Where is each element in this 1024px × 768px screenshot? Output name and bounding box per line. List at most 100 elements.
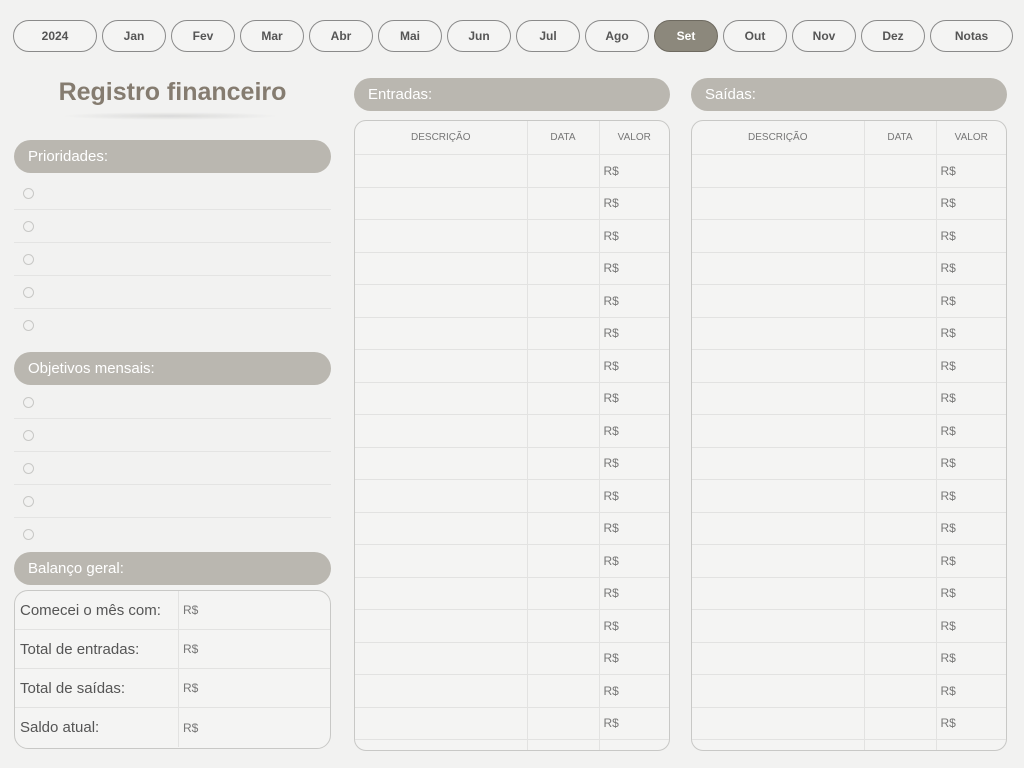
date-cell[interactable] — [527, 707, 600, 740]
date-cell[interactable] — [864, 544, 937, 578]
balance-value[interactable]: R$ — [179, 708, 198, 747]
checkbox-circle-icon[interactable] — [23, 495, 34, 507]
description-cell[interactable] — [355, 219, 528, 253]
date-cell[interactable] — [864, 154, 937, 188]
checkbox-circle-icon[interactable] — [23, 187, 34, 199]
date-cell[interactable] — [864, 707, 937, 740]
description-cell[interactable] — [692, 447, 865, 480]
date-cell[interactable] — [527, 447, 600, 480]
date-cell[interactable] — [527, 739, 600, 750]
description-cell[interactable] — [692, 187, 865, 220]
description-cell[interactable] — [692, 707, 865, 740]
value-cell[interactable]: R$ — [936, 382, 1006, 415]
description-cell[interactable] — [355, 544, 528, 578]
date-cell[interactable] — [527, 187, 600, 220]
description-cell[interactable] — [692, 577, 865, 610]
value-cell[interactable]: R$ — [599, 609, 669, 643]
description-cell[interactable] — [692, 642, 865, 675]
date-cell[interactable] — [864, 382, 937, 415]
tab-jul[interactable]: Jul — [516, 20, 580, 52]
description-cell[interactable] — [355, 382, 528, 415]
checkbox-circle-icon[interactable] — [23, 286, 34, 298]
date-cell[interactable] — [527, 252, 600, 285]
value-cell[interactable]: R$ — [599, 512, 669, 545]
checkbox-circle-icon[interactable] — [23, 462, 34, 474]
date-cell[interactable] — [864, 284, 937, 318]
description-cell[interactable] — [692, 349, 865, 383]
value-cell[interactable]: R$ — [936, 544, 1006, 578]
description-cell[interactable] — [355, 512, 528, 545]
value-cell[interactable]: R$ — [936, 609, 1006, 643]
description-cell[interactable] — [355, 414, 528, 448]
value-cell[interactable]: R$ — [936, 414, 1006, 448]
checkbox-circle-icon[interactable] — [23, 529, 34, 540]
date-cell[interactable] — [527, 349, 600, 383]
checklist-item[interactable] — [14, 276, 331, 309]
date-cell[interactable] — [527, 577, 600, 610]
description-cell[interactable] — [692, 544, 865, 578]
date-cell[interactable] — [864, 739, 937, 750]
value-cell[interactable]: R$ — [936, 479, 1006, 513]
value-cell[interactable]: R$ — [936, 674, 1006, 708]
checkbox-circle-icon[interactable] — [23, 396, 34, 408]
tab-jun[interactable]: Jun — [447, 20, 511, 52]
balance-value[interactable]: R$ — [179, 591, 198, 629]
checkbox-circle-icon[interactable] — [23, 429, 34, 441]
value-cell[interactable]: R$ — [936, 219, 1006, 253]
description-cell[interactable] — [355, 154, 528, 188]
date-cell[interactable] — [864, 479, 937, 513]
description-cell[interactable] — [355, 284, 528, 318]
description-cell[interactable] — [355, 349, 528, 383]
value-cell[interactable]: R$ — [599, 544, 669, 578]
date-cell[interactable] — [527, 609, 600, 643]
description-cell[interactable] — [692, 609, 865, 643]
date-cell[interactable] — [864, 187, 937, 220]
tab-dez[interactable]: Dez — [861, 20, 925, 52]
description-cell[interactable] — [355, 642, 528, 675]
date-cell[interactable] — [527, 219, 600, 253]
balance-value[interactable]: R$ — [179, 630, 198, 668]
description-cell[interactable] — [692, 317, 865, 350]
value-cell[interactable]: R$ — [599, 187, 669, 220]
date-cell[interactable] — [527, 642, 600, 675]
value-cell[interactable]: R$ — [599, 252, 669, 285]
value-cell[interactable]: R$ — [599, 740, 669, 750]
date-cell[interactable] — [864, 317, 937, 350]
description-cell[interactable] — [692, 382, 865, 415]
date-cell[interactable] — [864, 642, 937, 675]
date-cell[interactable] — [864, 447, 937, 480]
tab-nov[interactable]: Nov — [792, 20, 856, 52]
tab-jan[interactable]: Jan — [102, 20, 166, 52]
date-cell[interactable] — [527, 544, 600, 578]
description-cell[interactable] — [692, 219, 865, 253]
checkbox-circle-icon[interactable] — [23, 220, 34, 232]
date-cell[interactable] — [864, 219, 937, 253]
date-cell[interactable] — [527, 382, 600, 415]
description-cell[interactable] — [692, 154, 865, 188]
value-cell[interactable]: R$ — [936, 512, 1006, 545]
value-cell[interactable]: R$ — [599, 674, 669, 708]
tab-mai[interactable]: Mai — [378, 20, 442, 52]
value-cell[interactable]: R$ — [936, 642, 1006, 675]
value-cell[interactable]: R$ — [599, 382, 669, 415]
value-cell[interactable]: R$ — [599, 642, 669, 675]
value-cell[interactable]: R$ — [599, 349, 669, 383]
value-cell[interactable]: R$ — [936, 252, 1006, 285]
checklist-item[interactable] — [14, 485, 331, 518]
date-cell[interactable] — [527, 284, 600, 318]
tab-notas[interactable]: Notas — [930, 20, 1013, 52]
checkbox-circle-icon[interactable] — [23, 253, 34, 265]
date-cell[interactable] — [527, 317, 600, 350]
description-cell[interactable] — [355, 739, 528, 750]
description-cell[interactable] — [355, 577, 528, 610]
date-cell[interactable] — [527, 154, 600, 188]
checklist-item[interactable] — [14, 386, 331, 419]
date-cell[interactable] — [527, 414, 600, 448]
description-cell[interactable] — [692, 512, 865, 545]
tab-set[interactable]: Set — [654, 20, 718, 52]
value-cell[interactable]: R$ — [599, 219, 669, 253]
value-cell[interactable]: R$ — [599, 707, 669, 740]
date-cell[interactable] — [864, 512, 937, 545]
value-cell[interactable]: R$ — [599, 154, 669, 188]
value-cell[interactable]: R$ — [936, 740, 1006, 750]
